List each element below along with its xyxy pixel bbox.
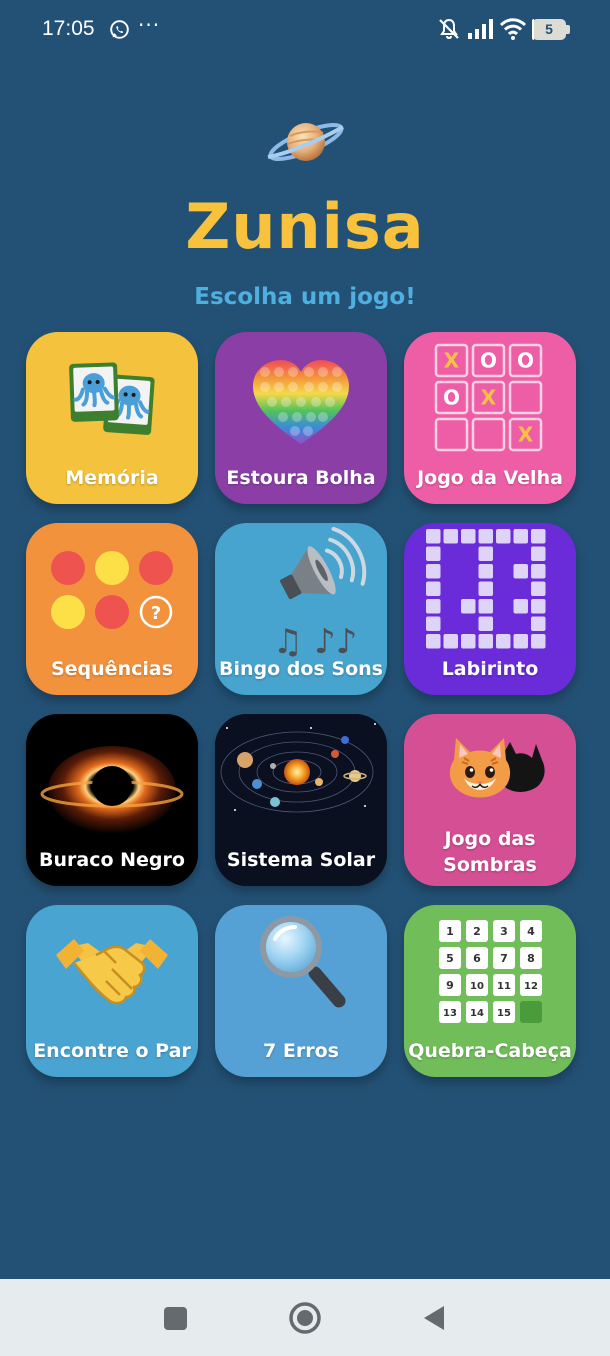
puzzle-number: 1 [446, 925, 454, 938]
puzzle-number: 15 [497, 1008, 511, 1019]
maze-block [461, 529, 476, 544]
maze-block [461, 634, 476, 649]
puzzle-number: 10 [470, 981, 484, 992]
games-grid: Memória Estoura Bolha X O O O X X Jogo d… [26, 332, 576, 1077]
game-tile-sistema-solar[interactable]: Sistema Solar [215, 714, 387, 886]
game-tile-quebra-cabeca[interactable]: 1 2 3 4 5 6 7 8 9 10 11 12 13 14 15 Quebra-Cabeça [404, 905, 576, 1077]
game-label: Quebra-Cabeça [408, 1040, 572, 1062]
maze-block [531, 599, 546, 614]
maze-block [478, 564, 493, 579]
game-tile-jogo-das-sombras[interactable]: Jogo das Sombras [404, 714, 576, 886]
maze-block [496, 529, 511, 544]
game-label: Memória [65, 467, 159, 489]
puzzle-empty-slot [520, 1001, 542, 1023]
maze-block [478, 546, 493, 561]
puzzle-number: 12 [524, 981, 538, 992]
game-tile-jogo-da-velha[interactable]: XOOOXX Jogo da Velha [404, 332, 576, 504]
ttt-mark: O [480, 349, 497, 373]
page-subtitle: Escolha um jogo! [194, 284, 416, 310]
back-button[interactable] [418, 1301, 452, 1335]
puzzle-number: 13 [443, 1008, 457, 1019]
maze-block [478, 634, 493, 649]
status-bar: 17:05 ··· 5 [0, 0, 610, 60]
maze-block [426, 564, 441, 579]
battery-icon: 5 [532, 19, 570, 40]
puzzle-number: 5 [446, 952, 454, 965]
ttt-mark: X [444, 349, 460, 373]
puzzle-number: 9 [446, 979, 454, 992]
puzzle-number: 3 [500, 925, 508, 938]
ttt-mark: O [517, 349, 534, 373]
maze-block [496, 634, 511, 649]
game-tile-buraco-negro[interactable]: Buraco Negro [26, 714, 198, 886]
maze-block [513, 634, 528, 649]
maze-block [531, 564, 546, 579]
maze-block [531, 634, 546, 649]
home-button[interactable] [288, 1301, 322, 1335]
sequence-hint: ? [151, 603, 161, 624]
planet-saturn-icon [267, 123, 344, 161]
game-label: 7 Erros [263, 1040, 339, 1062]
wifi-icon [499, 18, 527, 40]
maze-block [531, 616, 546, 631]
puzzle-number: 8 [527, 952, 535, 965]
game-label: Jogo da Velha [417, 467, 563, 489]
maze-block [513, 529, 528, 544]
navigation-bar [0, 1279, 610, 1356]
game-tile-7-erros[interactable]: 7 Erros [215, 905, 387, 1077]
game-label: Estoura Bolha [226, 467, 376, 489]
game-label: Buraco Negro [39, 849, 185, 871]
game-tile-bingo-dos-sons[interactable]: ♫ ♪♪ Bingo dos Sons [215, 523, 387, 695]
game-label: Labirinto [441, 658, 539, 680]
maze-block [478, 581, 493, 596]
bell-off-icon [439, 18, 459, 40]
maze-block [426, 546, 441, 561]
battery-level: 5 [545, 21, 553, 37]
game-tile-sequencias[interactable]: ? Sequências [26, 523, 198, 695]
game-tile-memoria[interactable]: Memória [26, 332, 198, 504]
maze-block [531, 581, 546, 596]
maze-block [426, 599, 441, 614]
puzzle-number: 14 [470, 1008, 484, 1019]
ttt-mark: X [481, 386, 497, 410]
ttt-cell [434, 417, 469, 452]
ttt-mark: O [443, 386, 460, 410]
maze-block [443, 634, 458, 649]
ttt-cell [508, 380, 543, 415]
app-title: Zunisa [185, 190, 425, 263]
signal-icon [468, 19, 493, 39]
game-label: Encontre o Par [33, 1040, 191, 1062]
puzzle-number: 7 [500, 952, 508, 965]
game-label: Bingo dos Sons [219, 658, 383, 680]
maze-block [426, 634, 441, 649]
ttt-cell [471, 417, 506, 452]
maze-block [531, 546, 546, 561]
game-tile-labirinto[interactable]: Labirinto [404, 523, 576, 695]
maze-block [461, 599, 476, 614]
maze-block [443, 529, 458, 544]
status-time: 17:05 [42, 17, 95, 40]
game-label: Sequências [50, 658, 173, 680]
maze-block [426, 616, 441, 631]
puzzle-number: 11 [497, 981, 511, 992]
whatsapp-icon [110, 20, 129, 39]
maze-block [478, 599, 493, 614]
maze-block [478, 616, 493, 631]
maze-block [513, 599, 528, 614]
maze-block [513, 564, 528, 579]
puzzle-number: 2 [473, 925, 481, 938]
ttt-mark: X [518, 423, 534, 447]
overflow-dots: ··· [138, 13, 161, 37]
puzzle-number: 6 [473, 952, 481, 965]
maze-block [426, 529, 441, 544]
maze-block [426, 581, 441, 596]
game-tile-encontre-o-par[interactable]: Encontre o Par [26, 905, 198, 1077]
recents-button[interactable] [158, 1301, 192, 1335]
puzzle-number: 4 [527, 925, 535, 938]
game-label: Sistema Solar [226, 849, 376, 871]
game-tile-estoura-bolha[interactable]: Estoura Bolha [215, 332, 387, 504]
maze-block [531, 529, 546, 544]
game-label: Jogo das Sombras [443, 828, 537, 876]
maze-block [478, 529, 493, 544]
